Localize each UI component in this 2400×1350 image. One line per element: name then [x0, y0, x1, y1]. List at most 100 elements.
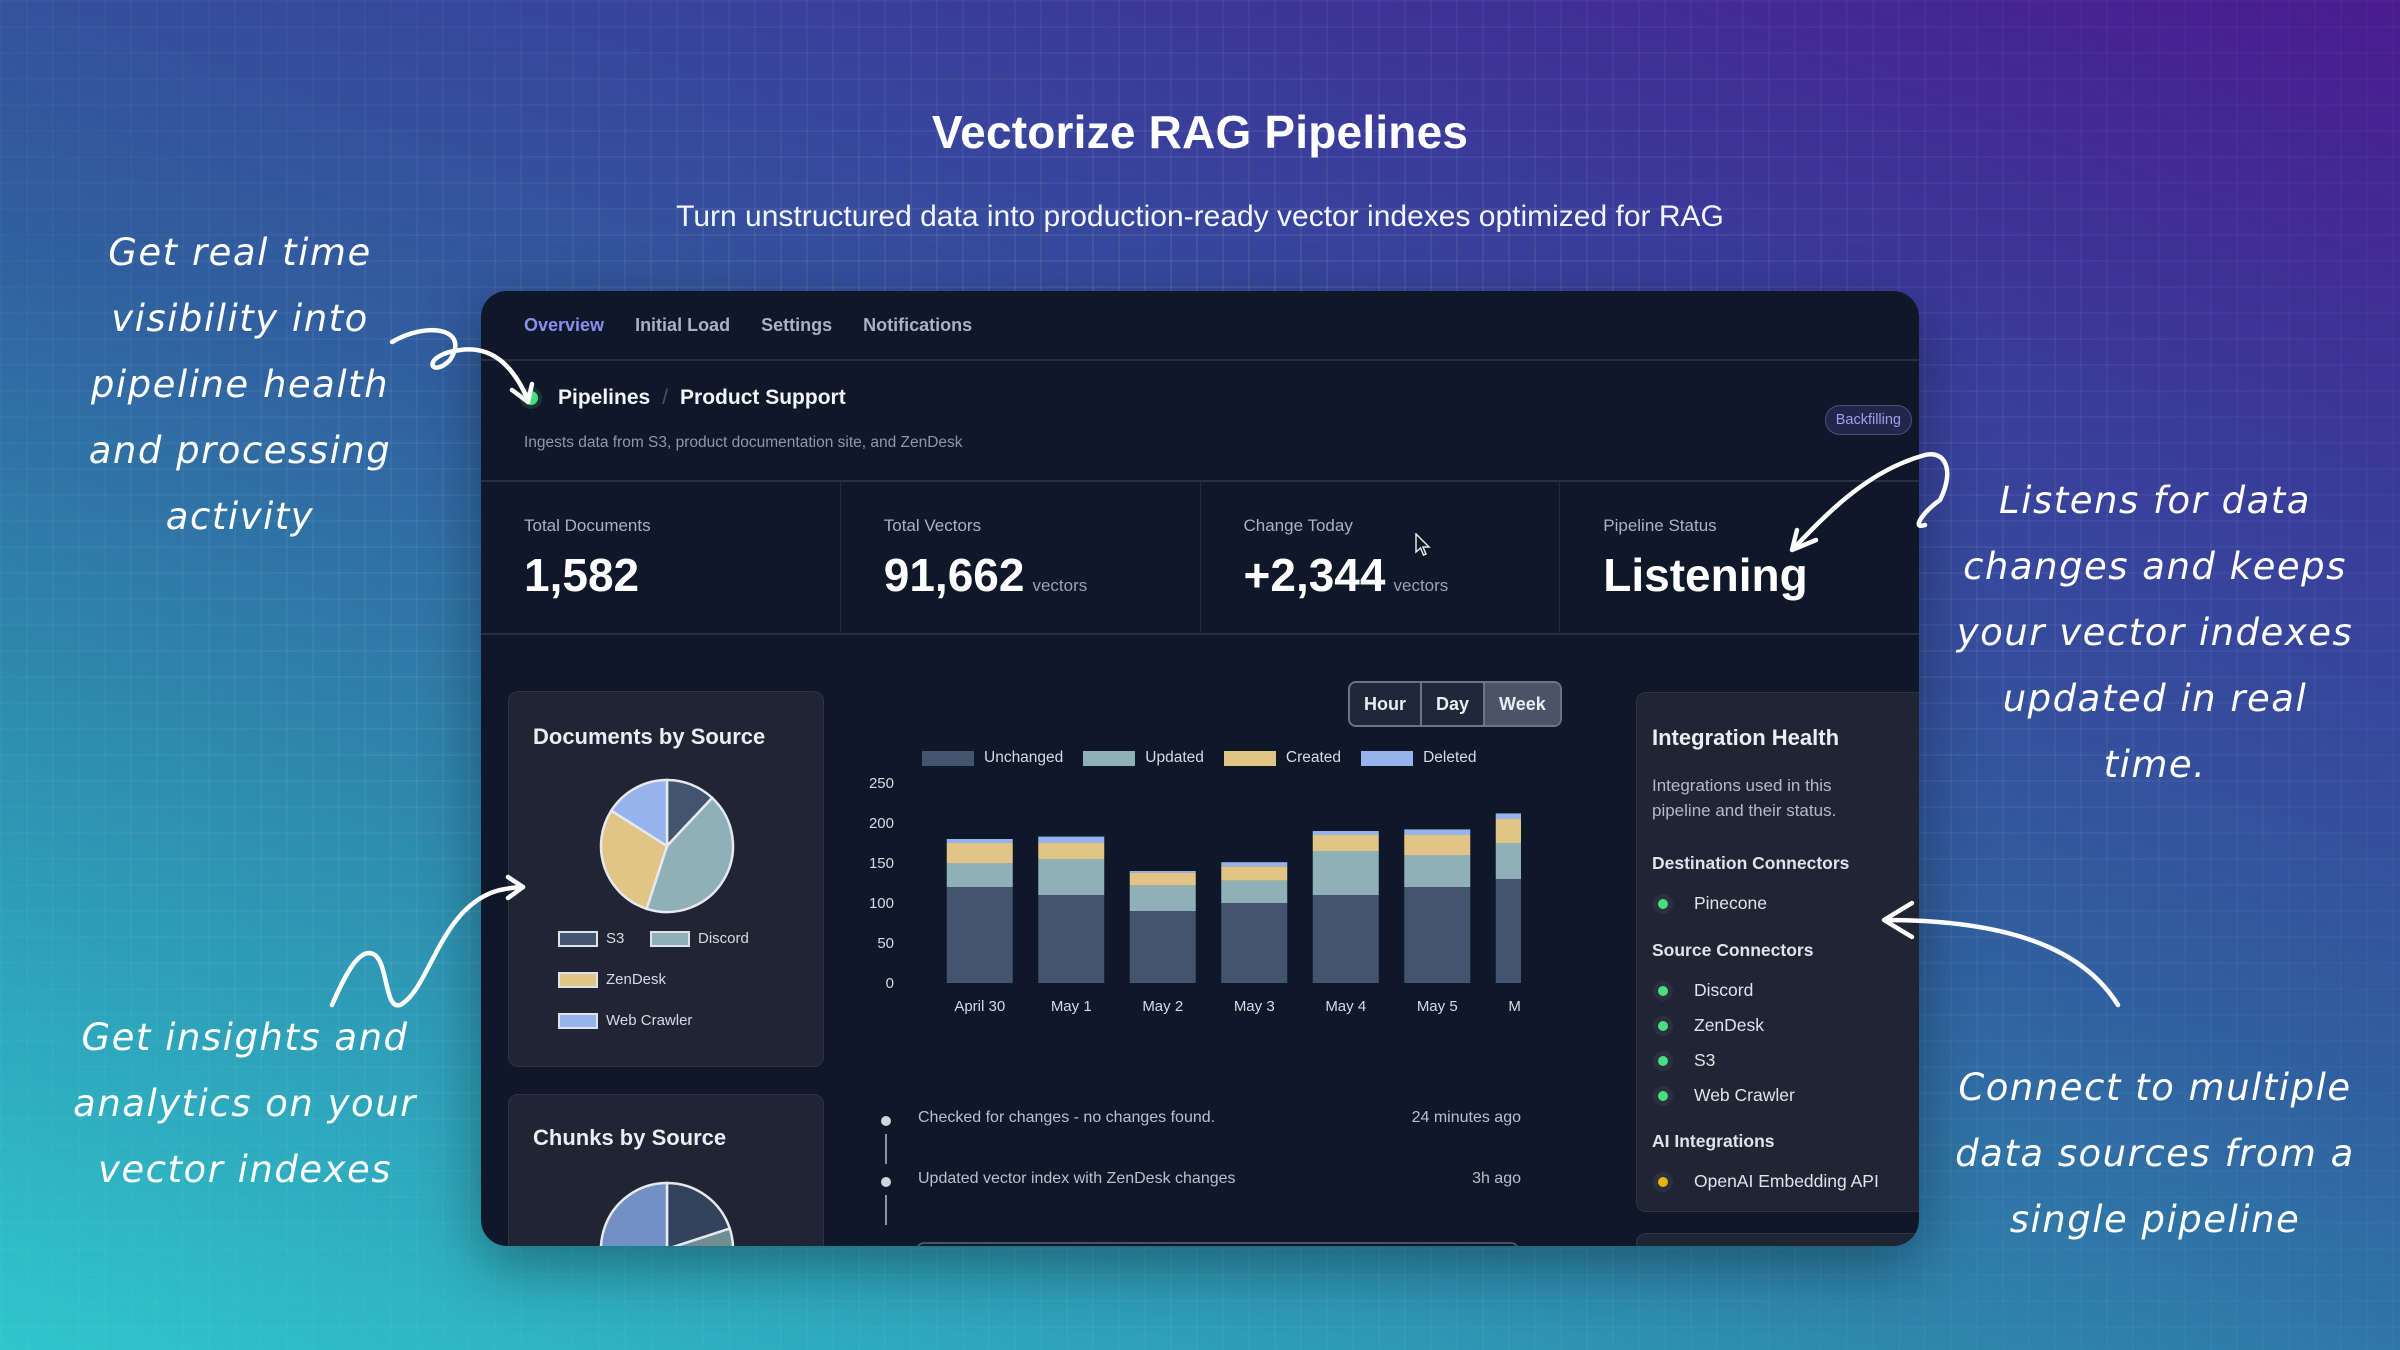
stat-label: Total Vectors: [883, 516, 982, 535]
timeline-dot-icon: [881, 1116, 891, 1126]
bar-segment-deleted[interactable]: [1495, 813, 1521, 819]
legend-label: Web Crawler: [606, 1012, 693, 1029]
stat-value: Listening: [1603, 549, 1808, 601]
bar-segment-updated[interactable]: [1221, 880, 1288, 903]
legend-item-s3: S3: [558, 930, 625, 948]
bar-segment-created[interactable]: [946, 843, 1013, 863]
bar-segment-deleted[interactable]: [1312, 831, 1379, 835]
pie-slice-web-crawler[interactable]: [599, 1181, 669, 1246]
status-dot-icon: [1658, 1020, 1668, 1031]
bar-segment-unchanged[interactable]: [1495, 879, 1521, 983]
bar-segment-deleted[interactable]: [1221, 862, 1288, 867]
tab-overview[interactable]: Overview: [524, 315, 604, 336]
bar-segment-created[interactable]: [1129, 872, 1196, 886]
stat-value: 91,662: [883, 549, 1025, 601]
stat-change-today: Change Today +2,344 vectors: [1201, 482, 1561, 633]
bar-segment-deleted[interactable]: [1038, 836, 1105, 843]
bar-segment-deleted[interactable]: [946, 839, 1013, 843]
breadcrumb-current: Product Support: [680, 386, 846, 409]
y-tick-label: 100: [869, 895, 894, 912]
bar-segment-created[interactable]: [1221, 866, 1288, 881]
annotation-analytics: Get insights and analytics on your vecto…: [73, 1016, 417, 1191]
legend-swatch: [558, 931, 598, 948]
integration-name: Discord: [1694, 980, 1754, 1000]
range-day-button[interactable]: Day: [1422, 683, 1486, 725]
x-tick-label: May 5: [1417, 998, 1458, 1015]
bar-segment-created[interactable]: [1495, 819, 1521, 843]
bar-segment-updated[interactable]: [1312, 851, 1379, 895]
integration-health-panel: Integration Health Integrations used in …: [1636, 692, 1919, 1212]
tab-settings[interactable]: Settings: [761, 315, 832, 336]
integration-item-zendesk[interactable]: ZenDesk: [1652, 1015, 1764, 1036]
pipeline-status-dot-icon: [524, 391, 538, 405]
bar-segment-unchanged[interactable]: [1038, 895, 1105, 983]
legend-swatch: [558, 1013, 598, 1030]
bar-segment-created[interactable]: [1038, 843, 1105, 859]
activity-item-collapsed[interactable]: [916, 1242, 1519, 1246]
integration-item-openai[interactable]: OpenAI Embedding API: [1652, 1171, 1879, 1192]
y-tick-label: 0: [886, 975, 894, 992]
panel-title: Chunks by Source: [533, 1125, 727, 1150]
x-tick-label: May 6: [1508, 998, 1521, 1015]
app-window: Overview Initial Load Settings Notificat…: [481, 291, 1919, 1246]
panel-description: Integrations used in this pipeline and t…: [1652, 776, 1837, 820]
stat-total-vectors: Total Vectors 91,662 vectors: [841, 482, 1201, 633]
timeline-connector: [885, 1134, 887, 1164]
secondary-panel: [1636, 1233, 1919, 1246]
hero-title: Vectorize RAG Pipelines: [931, 106, 1469, 158]
bar-segment-deleted[interactable]: [1404, 829, 1471, 835]
bar-segment-updated[interactable]: [946, 863, 1013, 887]
stat-label: Change Today: [1243, 516, 1353, 535]
chunks-by-source-panel: Chunks by Source: [508, 1094, 824, 1246]
bar-segment-unchanged[interactable]: [1312, 895, 1379, 983]
bar-segment-updated[interactable]: [1495, 843, 1521, 879]
legend-label: S3: [606, 930, 625, 947]
tab-initial-load[interactable]: Initial Load: [635, 315, 730, 336]
annotation-connectors: Connect to multiple data sources from a …: [1955, 1066, 2355, 1241]
integration-name: Pinecone: [1694, 893, 1767, 913]
x-tick-label: May 3: [1234, 998, 1275, 1015]
integration-name: S3: [1694, 1050, 1716, 1070]
bar-segment-updated[interactable]: [1404, 855, 1471, 887]
status-dot-icon: [1658, 1176, 1668, 1187]
bar-segment-updated[interactable]: [1038, 859, 1105, 895]
breadcrumb-pipelines[interactable]: Pipelines: [558, 386, 650, 410]
annotation-pipeline-health: Get real time visibility into pipeline h…: [88, 231, 392, 538]
activity-text: Updated vector index with ZenDesk change…: [918, 1170, 1236, 1187]
pipeline-description: Ingests data from S3, product documentat…: [524, 434, 963, 451]
status-dot-icon: [1658, 898, 1668, 909]
annotation-listens: Listens for data changes and keeps your …: [1956, 479, 2354, 786]
range-week-button[interactable]: Week: [1485, 683, 1560, 725]
x-tick-label: April 30: [954, 998, 1005, 1015]
integration-item-pinecone[interactable]: Pinecone: [1652, 893, 1767, 914]
legend-item-web-crawler: Web Crawler: [558, 1012, 693, 1030]
section-source-connectors: Source Connectors: [1652, 940, 1814, 960]
status-badge: Backfilling: [1824, 405, 1912, 435]
integration-item-discord[interactable]: Discord: [1652, 980, 1753, 1001]
activity-text: Checked for changes - no changes found.: [918, 1109, 1216, 1126]
bar-segment-unchanged[interactable]: [946, 887, 1013, 983]
range-hour-button[interactable]: Hour: [1350, 683, 1422, 725]
stat-total-documents: Total Documents 1,582: [481, 482, 841, 633]
activity-item: Updated vector index with ZenDesk change…: [881, 1170, 1521, 1231]
bar-segment-created[interactable]: [1312, 835, 1379, 851]
tab-notifications[interactable]: Notifications: [863, 315, 972, 336]
bar-segment-deleted[interactable]: [1129, 871, 1196, 873]
bar-segment-updated[interactable]: [1129, 885, 1196, 911]
documents-pie-chart: [599, 778, 735, 914]
panel-title: Documents by Source: [533, 724, 766, 749]
breadcrumb: Pipelines / Product Support: [524, 386, 846, 410]
timeline-connector: [885, 1195, 887, 1225]
integration-name: ZenDesk: [1694, 1015, 1765, 1035]
stat-value: 1,582: [524, 549, 640, 601]
stat-label: Pipeline Status: [1603, 516, 1717, 535]
integration-item-web-crawler[interactable]: Web Crawler: [1652, 1085, 1795, 1106]
bar-segment-unchanged[interactable]: [1129, 911, 1196, 983]
y-tick-label: 250: [869, 775, 894, 792]
bar-segment-unchanged[interactable]: [1221, 903, 1288, 983]
activity-time: 3h ago: [1472, 1170, 1521, 1187]
bar-segment-unchanged[interactable]: [1404, 887, 1471, 983]
chunks-pie-chart: [599, 1181, 735, 1246]
bar-segment-created[interactable]: [1404, 835, 1471, 855]
integration-item-s3[interactable]: S3: [1652, 1050, 1715, 1071]
